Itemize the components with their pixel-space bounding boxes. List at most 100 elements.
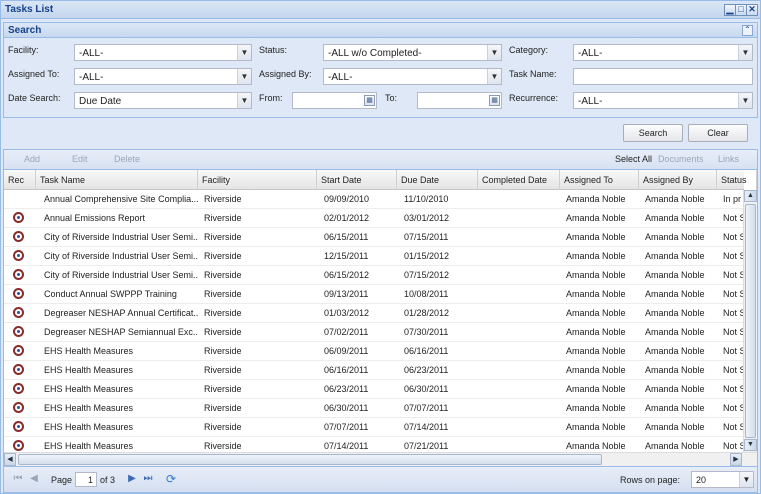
select-all-button[interactable]: Select All <box>615 154 652 164</box>
cell-facility: Riverside <box>204 365 242 375</box>
page-number-input[interactable]: 1 <box>75 472 97 487</box>
column-header-start-date[interactable]: Start Date <box>317 170 397 190</box>
collapse-icon[interactable]: ⌃ <box>742 25 753 36</box>
table-row[interactable]: Degreaser NESHAP Annual Certificat... Riv… <box>4 304 744 323</box>
links-button[interactable]: Links <box>718 154 739 164</box>
cell-due-date: 07/15/2012 <box>404 270 450 280</box>
cell-status: Not S <box>723 251 744 261</box>
close-icon[interactable]: ✕ <box>746 4 758 16</box>
assigned-by-value: -ALL- <box>328 72 353 83</box>
table-row[interactable]: EHS Health Measures Riverside 06/30/2011 07… <box>4 399 744 418</box>
cell-start-date: 06/15/2011 <box>324 232 369 242</box>
horizontal-scroll-thumb[interactable] <box>18 454 602 465</box>
table-row[interactable]: Degreaser NESHAP Semiannual Exc... Rivers… <box>4 323 744 342</box>
table-row[interactable]: Annual Comprehensive Site Complia... Rive… <box>4 190 744 209</box>
cell-assigned-by: Amanda Noble <box>645 308 705 318</box>
table-row[interactable]: EHS Health Measures Riverside 06/16/2011 06… <box>4 361 744 380</box>
search-panel: Search ⌃ Facility: -ALL- ▼ Status: -ALL … <box>3 22 758 118</box>
chevron-down-icon: ▼ <box>237 45 251 60</box>
task-name-input[interactable] <box>573 68 753 85</box>
category-select[interactable]: -ALL- ▼ <box>573 44 753 61</box>
date-search-value: Due Date <box>79 96 122 107</box>
cell-facility: Riverside <box>204 346 242 356</box>
column-header-due-date[interactable]: Due Date <box>397 170 478 190</box>
scroll-left-icon[interactable]: ◀ <box>4 453 16 466</box>
cell-status: Not S <box>723 384 744 394</box>
table-row[interactable]: EHS Health Measures Riverside 07/07/2011 07… <box>4 418 744 437</box>
horizontal-scrollbar[interactable]: ◀ ▶ <box>4 452 757 466</box>
column-header-rec[interactable]: Rec <box>4 170 36 190</box>
tasks-grid: Rec Task Name Facility Start Date Due Da… <box>3 170 758 466</box>
chevron-down-icon: ▼ <box>487 69 501 84</box>
column-header-assigned-to[interactable]: Assigned To <box>560 170 639 190</box>
rows-on-page-label: Rows on page: <box>620 475 681 485</box>
scroll-up-icon[interactable]: ▲ <box>744 190 757 202</box>
table-row[interactable]: Conduct Annual SWPPP Training Riverside 09… <box>4 285 744 304</box>
calendar-icon[interactable]: ▦ <box>364 95 375 106</box>
assigned-by-select[interactable]: -ALL- ▼ <box>323 68 502 85</box>
previous-page-icon[interactable]: ◀ <box>28 473 40 485</box>
search-buttons-bar: Search Clear <box>3 118 758 148</box>
status-select[interactable]: -ALL w/o Completed- ▼ <box>323 44 502 61</box>
search-panel-title: Search <box>8 25 42 36</box>
grid-header: Rec Task Name Facility Start Date Due Da… <box>4 170 757 190</box>
cell-assigned-to: Amanda Noble <box>566 327 626 337</box>
cell-task-name: Annual Emissions Report <box>44 213 146 223</box>
chevron-down-icon: ▼ <box>487 45 501 60</box>
search-button[interactable]: Search <box>623 124 683 142</box>
cell-facility: Riverside <box>204 194 242 204</box>
delete-button[interactable]: Delete <box>114 154 140 164</box>
cell-assigned-by: Amanda Noble <box>645 270 705 280</box>
task-name-label: Task Name: <box>509 69 557 79</box>
table-row[interactable]: City of Riverside Industrial User Semi..… <box>4 266 744 285</box>
recurrence-icon <box>13 250 24 261</box>
table-row[interactable]: City of Riverside Industrial User Semi..… <box>4 247 744 266</box>
facility-select[interactable]: -ALL- ▼ <box>74 44 252 61</box>
edit-button[interactable]: Edit <box>72 154 88 164</box>
assigned-to-value: -ALL- <box>79 72 104 83</box>
to-date-field[interactable]: ▦ <box>417 92 502 109</box>
column-header-status[interactable]: Status <box>717 170 757 190</box>
date-search-select[interactable]: Due Date ▼ <box>74 92 252 109</box>
table-row[interactable]: EHS Health Measures Riverside 06/09/2011 06… <box>4 342 744 361</box>
rows-per-page-select[interactable]: 20 ▼ <box>691 471 754 488</box>
cell-due-date: 03/01/2012 <box>404 213 450 223</box>
next-page-icon[interactable]: ▶ <box>126 473 138 485</box>
scroll-down-icon[interactable]: ▼ <box>744 439 757 451</box>
clear-button[interactable]: Clear <box>688 124 748 142</box>
cell-status: Not S <box>723 365 744 375</box>
cell-start-date: 06/23/2011 <box>324 384 369 394</box>
cell-facility: Riverside <box>204 289 242 299</box>
from-date-field[interactable]: ▦ <box>292 92 377 109</box>
scroll-right-icon[interactable]: ▶ <box>730 453 742 466</box>
column-header-task-name[interactable]: Task Name <box>36 170 198 190</box>
refresh-icon[interactable]: ⟳ <box>165 473 177 485</box>
grid-toolbar: Add Edit Delete Select All Documents Lin… <box>3 149 758 170</box>
cell-facility: Riverside <box>204 213 242 223</box>
column-header-facility[interactable]: Facility <box>198 170 317 190</box>
vertical-scroll-thumb[interactable] <box>745 204 756 438</box>
table-row[interactable]: City of Riverside Industrial User Semi..… <box>4 228 744 247</box>
cell-assigned-to: Amanda Noble <box>566 232 626 242</box>
cell-status: Not S <box>723 327 744 337</box>
paging-toolbar: ⏮ ◀ Page 1 of 3 ▶ ⏭ ⟳ Rows on page: 20 ▼ <box>3 466 758 493</box>
cell-assigned-to: Amanda Noble <box>566 308 626 318</box>
calendar-icon[interactable]: ▦ <box>489 95 500 106</box>
search-panel-header: Search ⌃ <box>4 23 757 38</box>
recurrence-icon <box>13 345 24 356</box>
table-row[interactable]: EHS Health Measures Riverside 06/23/2011 06… <box>4 380 744 399</box>
date-search-label: Date Search: <box>8 93 61 103</box>
add-button[interactable]: Add <box>24 154 40 164</box>
vertical-scrollbar[interactable]: ▲ ▼ <box>743 190 757 452</box>
cell-task-name: EHS Health Measures <box>44 403 134 413</box>
chevron-down-icon: ▼ <box>237 69 251 84</box>
last-page-icon[interactable]: ⏭ <box>142 473 154 485</box>
cell-task-name: Degreaser NESHAP Annual Certificat... <box>44 308 198 318</box>
assigned-to-select[interactable]: -ALL- ▼ <box>74 68 252 85</box>
column-header-assigned-by[interactable]: Assigned By <box>639 170 717 190</box>
first-page-icon[interactable]: ⏮ <box>12 473 24 485</box>
documents-button[interactable]: Documents <box>658 154 704 164</box>
column-header-completed-date[interactable]: Completed Date <box>478 170 560 190</box>
table-row[interactable]: Annual Emissions Report Riverside 02/01/20… <box>4 209 744 228</box>
recurrence-select[interactable]: -ALL- ▼ <box>573 92 753 109</box>
